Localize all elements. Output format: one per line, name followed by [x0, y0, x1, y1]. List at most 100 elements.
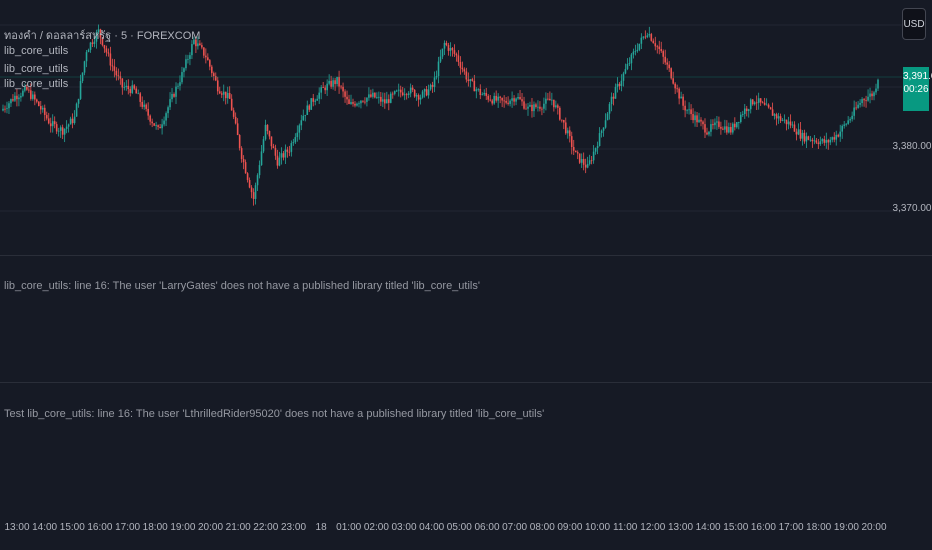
candle-down — [151, 121, 153, 124]
time-axis-label: 15:00 — [723, 522, 749, 533]
candle-down — [644, 36, 647, 38]
candle-up — [781, 120, 784, 121]
candle-down — [561, 119, 563, 121]
candle-up — [222, 91, 225, 95]
pane-error-message-1: lib_core_utils: line 16: The user 'Larry… — [4, 280, 480, 292]
candle-up — [537, 106, 539, 108]
candle-down — [539, 106, 541, 109]
candle-down — [662, 51, 665, 57]
time-axis-label: 11:00 — [613, 522, 638, 533]
candle-up — [443, 42, 446, 49]
candle-down — [308, 105, 311, 110]
candle-down — [541, 108, 543, 110]
candle-up — [360, 100, 362, 104]
candle-down — [129, 89, 132, 93]
candle-down — [411, 87, 414, 90]
candle-up — [634, 50, 637, 52]
candle-up — [256, 175, 259, 186]
time-axis-label: 21:00 — [225, 522, 251, 533]
indicator-label-3[interactable]: lib_core_utils — [4, 78, 68, 90]
currency-button[interactable]: USD — [902, 8, 926, 40]
candle-up — [22, 90, 24, 96]
candle-down — [211, 66, 213, 74]
candle-down — [147, 108, 149, 116]
candle-down — [286, 149, 289, 152]
candle-up — [336, 76, 338, 84]
candle-down — [658, 46, 661, 50]
candle-down — [751, 99, 754, 105]
candle-up — [743, 108, 746, 114]
candle-up — [765, 104, 768, 106]
candle-up — [483, 92, 486, 95]
candle-up — [847, 120, 849, 124]
candle-down — [107, 52, 110, 54]
candle-up — [350, 102, 352, 104]
candle-down — [521, 99, 523, 102]
time-axis-label: 18:00 — [142, 522, 168, 533]
candle-up — [620, 80, 623, 86]
candle-down — [413, 89, 416, 97]
candle-down — [274, 148, 277, 156]
candle-down — [39, 106, 42, 110]
candle-down — [288, 151, 291, 153]
time-axis-label: 03:00 — [391, 522, 417, 533]
candle-up — [83, 61, 86, 73]
candle-up — [395, 90, 398, 92]
indicator-label-1[interactable]: lib_core_utils — [4, 45, 68, 57]
candle-up — [753, 102, 756, 105]
countdown-value: 00:26 — [903, 84, 929, 95]
current-price-badge: 3,391.65 00:26 — [903, 67, 932, 111]
indicator-label-2[interactable]: lib_core_utils — [4, 63, 68, 75]
candle-down — [674, 83, 676, 89]
candle-down — [370, 94, 372, 97]
candle-up — [861, 99, 863, 104]
symbol-title[interactable]: ทองคำ / ดอลลาร์สหรัฐ · 5 · FOREXCOM — [4, 26, 200, 44]
candle-down — [425, 89, 428, 96]
candle-down — [531, 104, 533, 112]
candle-down — [391, 93, 394, 95]
candle-down — [676, 88, 678, 90]
candle-up — [851, 115, 853, 120]
candle-down — [43, 107, 46, 115]
candle-down — [431, 84, 434, 87]
candle-down — [213, 73, 215, 77]
candle-up — [296, 132, 299, 138]
candle-up — [73, 116, 76, 124]
candle-down — [346, 96, 348, 100]
candle-down — [612, 96, 615, 99]
candle-up — [409, 87, 412, 94]
candle-down — [417, 95, 420, 100]
candle-down — [209, 60, 211, 67]
candle-up — [294, 137, 297, 143]
candle-up — [835, 134, 838, 140]
candle-down — [505, 100, 507, 103]
candle-up — [610, 96, 613, 105]
pane-divider-1[interactable] — [0, 255, 932, 256]
candle-down — [471, 79, 474, 81]
candle-up — [628, 63, 631, 65]
candle-up — [163, 120, 165, 125]
candle-up — [63, 128, 66, 135]
pane-divider-2[interactable] — [0, 382, 932, 383]
candle-down — [159, 126, 161, 129]
candle-down — [38, 101, 40, 107]
candle-down — [702, 121, 704, 125]
candle-down — [201, 45, 203, 48]
candle-down — [576, 152, 579, 154]
candle-down — [666, 62, 668, 65]
candlestick-chart[interactable] — [0, 0, 932, 550]
candle-up — [356, 103, 358, 106]
candle-up — [602, 127, 605, 131]
candle-down — [115, 70, 118, 76]
candle-up — [757, 98, 760, 103]
candle-up — [545, 98, 547, 104]
candle-down — [240, 148, 243, 160]
candle-down — [535, 104, 537, 107]
time-axis-label: 01:00 — [336, 522, 362, 533]
candle-up — [638, 43, 641, 50]
candle-down — [618, 83, 621, 86]
candle-down — [712, 124, 714, 126]
candle-down — [769, 107, 772, 110]
candle-up — [716, 121, 718, 123]
candle-down — [730, 127, 732, 133]
